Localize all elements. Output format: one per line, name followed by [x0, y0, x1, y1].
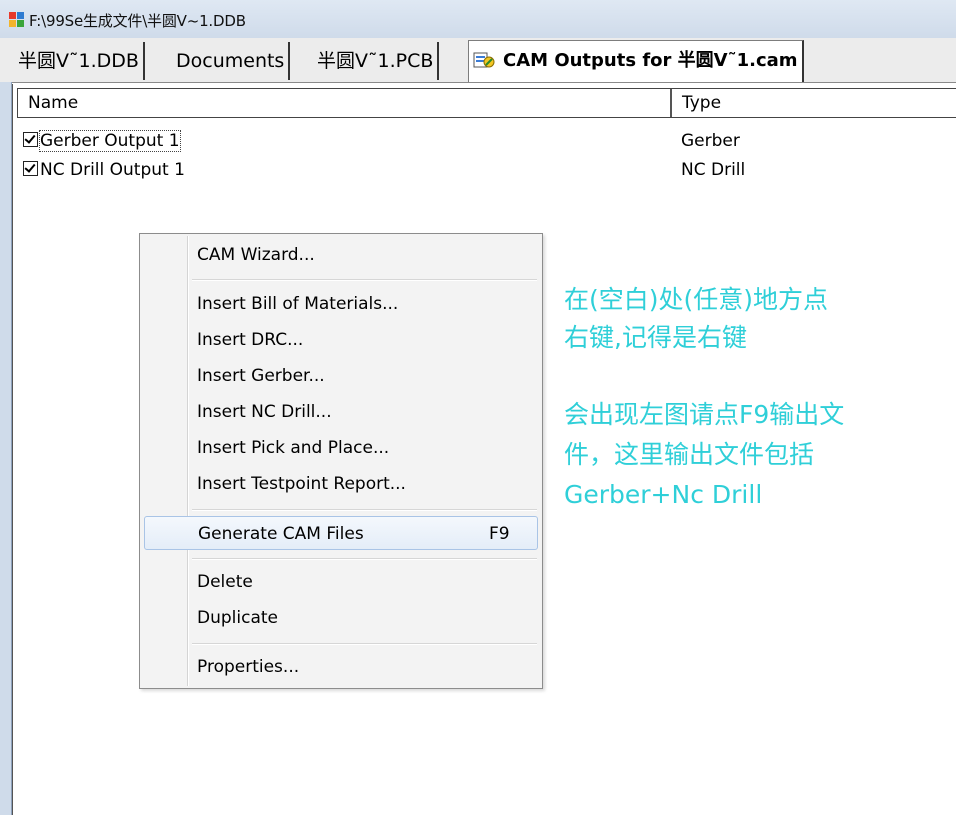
menu-item-label: Insert Testpoint Report...: [197, 474, 406, 494]
list-item-name: Gerber Output 1: [39, 130, 181, 152]
menu-item-insert-gerber[interactable]: Insert Gerber...: [144, 359, 538, 393]
context-menu: CAM Wizard... Insert Bill of Materials..…: [139, 233, 543, 689]
menu-item-insert-bom[interactable]: Insert Bill of Materials...: [144, 287, 538, 321]
menu-separator: [192, 279, 537, 281]
list-item-type: Gerber: [681, 131, 740, 151]
menu-item-properties[interactable]: Properties...: [144, 650, 538, 684]
menu-item-label: Insert Gerber...: [197, 366, 325, 386]
menu-separator: [192, 643, 537, 645]
menu-item-label: Generate CAM Files: [198, 524, 364, 544]
list-item-type: NC Drill: [681, 160, 746, 180]
document-tab-bar: 半圆V˜1.DDB Documents 半圆V˜1.PCB CAM Output…: [0, 38, 956, 83]
menu-item-label: Duplicate: [197, 608, 278, 628]
list-item-name: NC Drill Output 1: [40, 160, 185, 180]
annotation-line-3: 会出现左图请点F9输出文: [564, 400, 845, 429]
list-item[interactable]: Gerber Output 1: [23, 127, 181, 155]
tab-label: CAM Outputs for 半圆V˜1.cam: [503, 50, 798, 71]
title-bar: F:\99Se生成文件\半圆V~1.DDB: [0, 0, 956, 38]
tab-label: 半圆V˜1.DDB: [18, 50, 139, 72]
menu-item-label: Insert DRC...: [197, 330, 304, 350]
menu-item-insert-nc-drill[interactable]: Insert NC Drill...: [144, 395, 538, 429]
list-item[interactable]: NC Drill Output 1: [23, 156, 185, 184]
tab-cam-outputs[interactable]: CAM Outputs for 半圆V˜1.cam: [468, 40, 804, 82]
annotation-line-2: 右键,记得是右键: [564, 323, 747, 352]
tab-pcb[interactable]: 半圆V˜1.PCB: [313, 42, 440, 80]
menu-item-insert-testpoint-report[interactable]: Insert Testpoint Report...: [144, 467, 538, 501]
menu-item-shortcut: F9: [489, 524, 510, 544]
cam-document-icon: [473, 52, 495, 68]
menu-item-label: Insert Pick and Place...: [197, 438, 390, 458]
annotation-line-5: Gerber+Nc Drill: [564, 480, 763, 509]
menu-item-label: CAM Wizard...: [197, 245, 315, 265]
menu-separator: [192, 558, 537, 560]
list-header: Name Type: [17, 88, 956, 118]
checkbox[interactable]: [23, 161, 38, 176]
menu-item-generate-cam-files[interactable]: Generate CAM Files F9: [144, 516, 538, 550]
column-header-name[interactable]: Name: [18, 89, 672, 117]
menu-item-duplicate[interactable]: Duplicate: [144, 601, 538, 635]
tab-label: Documents: [176, 50, 285, 72]
menu-item-label: Properties...: [197, 657, 300, 677]
annotation-line-4: 件，这里输出文件包括: [564, 440, 815, 469]
menu-separator: [192, 509, 537, 511]
menu-item-label: Insert Bill of Materials...: [197, 294, 399, 314]
window-title: F:\99Se生成文件\半圆V~1.DDB: [29, 12, 246, 30]
protel-app-icon[interactable]: [9, 12, 25, 28]
tab-documents[interactable]: Documents: [172, 42, 291, 80]
menu-item-insert-drc[interactable]: Insert DRC...: [144, 323, 538, 357]
tab-ddb[interactable]: 半圆V˜1.DDB: [14, 42, 145, 80]
checkbox[interactable]: [23, 132, 38, 147]
menu-item-label: Insert NC Drill...: [197, 402, 332, 422]
menu-item-label: Delete: [197, 572, 253, 592]
column-header-type[interactable]: Type: [672, 89, 952, 117]
menu-item-delete[interactable]: Delete: [144, 565, 538, 599]
menu-item-insert-pick-and-place[interactable]: Insert Pick and Place...: [144, 431, 538, 465]
menu-item-cam-wizard[interactable]: CAM Wizard...: [144, 238, 538, 272]
annotation-line-1: 在(空白)处(任意)地方点: [564, 285, 829, 314]
tab-label: 半圆V˜1.PCB: [317, 50, 434, 72]
left-panel-edge: [0, 82, 12, 815]
